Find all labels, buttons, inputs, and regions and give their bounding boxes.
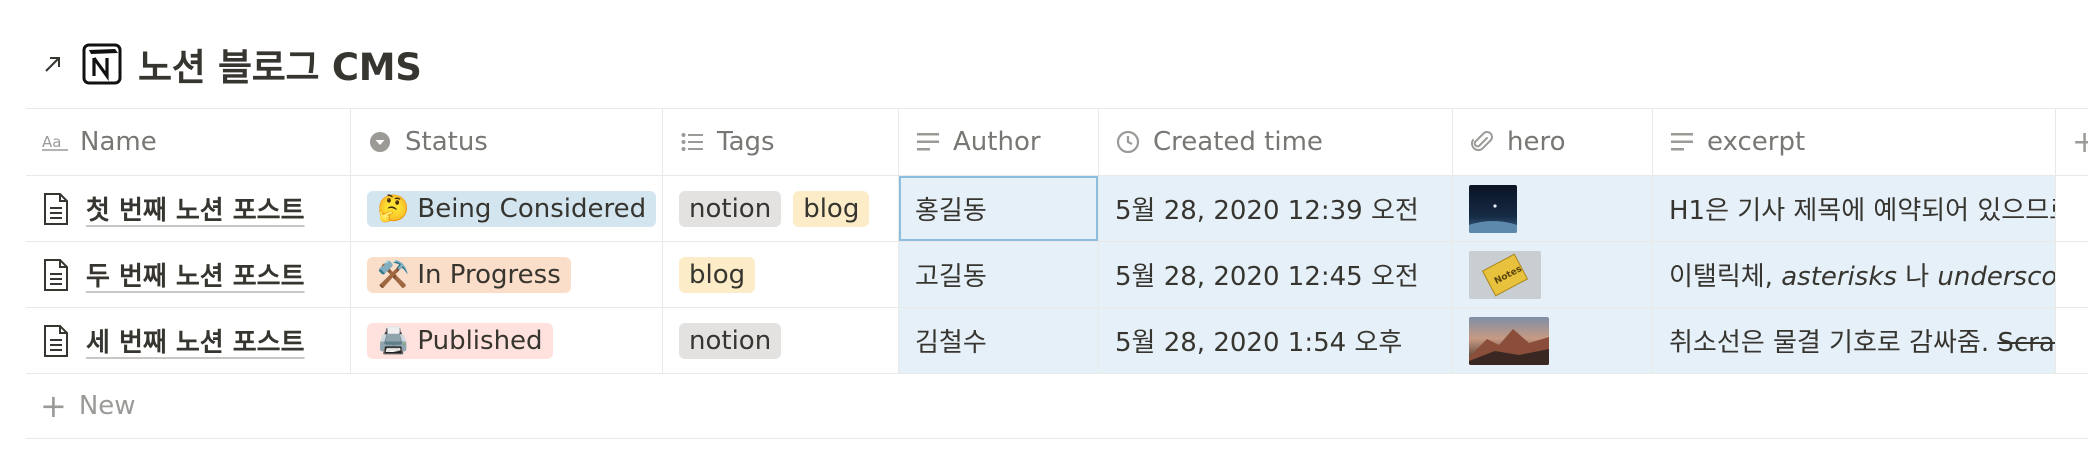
created-time-text: 5월 28, 2020 12:39 오전 (1115, 196, 1419, 226)
author-cell[interactable]: 김철수 (899, 308, 1099, 373)
name-cell[interactable]: 세 번째 노션 포스트 (26, 308, 351, 373)
column-label: hero (1507, 127, 1566, 157)
excerpt-cell[interactable]: 이탤릭체, asterisks 나 underscores (1653, 242, 2056, 307)
column-header-hero[interactable]: hero (1453, 109, 1653, 175)
database-table: Aa Name Status Tags Author Created time … (26, 108, 2088, 439)
row-trailing-cell (2056, 242, 2088, 307)
status-badge[interactable]: ⚒️ In Progress (367, 256, 571, 293)
author-text: 김철수 (915, 328, 987, 358)
text-lines-icon (1669, 129, 1695, 155)
status-badge[interactable]: 🤔 Being Considered (367, 190, 657, 227)
column-header-excerpt[interactable]: excerpt (1653, 109, 2056, 175)
column-header-created-time[interactable]: Created time (1099, 109, 1453, 175)
excerpt-part: 취소선은 물결 기호로 감싸줌. (1669, 328, 1998, 358)
created-time-cell[interactable]: 5월 28, 2020 12:39 오전 (1099, 176, 1453, 241)
name-cell[interactable]: 첫 번째 노션 포스트 (26, 176, 351, 241)
page-title-link[interactable]: 두 번째 노션 포스트 (86, 256, 305, 293)
column-header-name[interactable]: Aa Name (26, 109, 351, 175)
status-cell[interactable]: 🖨️ Published (351, 308, 663, 373)
hammer-and-pick-emoji: ⚒️ (377, 259, 410, 290)
excerpt-part: H1은 기사 제목에 예약되어 있으므로 H2부터 사용하세요. (1669, 196, 2055, 226)
column-label: excerpt (1707, 127, 1806, 157)
database-title-row: 노션 블로그 CMS (38, 38, 422, 90)
excerpt-strikethrough-part: Scratch (1997, 328, 2055, 358)
add-column-button[interactable]: + (2056, 109, 2088, 175)
column-header-tags[interactable]: Tags (663, 109, 899, 175)
table-header-row: Aa Name Status Tags Author Created time … (26, 108, 2088, 176)
hero-cell[interactable] (1453, 176, 1653, 241)
tags-cell[interactable]: notion (663, 308, 899, 373)
page-icon (44, 258, 68, 291)
tag-badge[interactable]: blog (793, 190, 870, 227)
database-title[interactable]: 노션 블로그 CMS (138, 37, 422, 91)
tag-badge[interactable]: notion (679, 190, 782, 227)
table-row[interactable]: 두 번째 노션 포스트 ⚒️ In Progress blog 고길동 5월 28… (26, 242, 2088, 308)
text-lines-icon (915, 129, 941, 155)
row-trailing-cell (2056, 308, 2088, 373)
space-thumbnail[interactable] (1469, 184, 1517, 233)
status-label: Published (417, 325, 543, 356)
author-cell[interactable]: 고길동 (899, 242, 1099, 307)
created-time-text: 5월 28, 2020 12:45 오전 (1115, 262, 1419, 292)
table-row[interactable]: 세 번째 노션 포스트 🖨️ Published notion 김철수 5월 28… (26, 308, 2088, 374)
excerpt-text: 이탤릭체, asterisks 나 underscores (1669, 256, 2056, 293)
tag-badge[interactable]: notion (679, 322, 782, 359)
mountain-thumbnail[interactable] (1469, 316, 1549, 365)
table-row[interactable]: 첫 번째 노션 포스트 🤔 Being Considered notion blo… (26, 176, 2088, 242)
column-label: Status (405, 127, 488, 157)
excerpt-text: H1은 기사 제목에 예약되어 있으므로 H2부터 사용하세요. (1669, 190, 2055, 227)
page-icon (44, 324, 68, 357)
hero-cell[interactable] (1453, 308, 1653, 373)
multi-select-list-icon (679, 129, 705, 155)
author-text: 고길동 (915, 262, 987, 292)
tags-cell[interactable]: blog (663, 242, 899, 307)
excerpt-text: 취소선은 물결 기호로 감싸줌. Scratch (1669, 322, 2055, 359)
notion-logo-icon (80, 42, 124, 86)
status-cell[interactable]: 🤔 Being Considered (351, 176, 663, 241)
created-time-text: 5월 28, 2020 1:54 오후 (1115, 328, 1403, 358)
created-time-cell[interactable]: 5월 28, 2020 12:45 오전 (1099, 242, 1453, 307)
author-text: 홍길동 (915, 196, 987, 226)
status-label: In Progress (417, 259, 561, 290)
column-label: Name (80, 127, 157, 157)
author-cell[interactable]: 홍길동 (899, 176, 1099, 241)
tags-cell[interactable]: notion blog (663, 176, 899, 241)
column-label: Author (953, 127, 1041, 157)
tag-badge[interactable]: blog (679, 256, 756, 293)
column-header-author[interactable]: Author (899, 109, 1099, 175)
created-time-cell[interactable]: 5월 28, 2020 1:54 오후 (1099, 308, 1453, 373)
open-link-arrow-icon[interactable] (38, 49, 68, 79)
column-label: Tags (717, 127, 775, 157)
text-type-icon: Aa (42, 129, 68, 155)
thinking-face-emoji: 🤔 (377, 193, 410, 224)
plus-icon: + (40, 387, 67, 425)
excerpt-part: 나 (1896, 262, 1938, 292)
status-badge[interactable]: 🖨️ Published (367, 322, 553, 359)
name-cell[interactable]: 두 번째 노션 포스트 (26, 242, 351, 307)
excerpt-cell[interactable]: H1은 기사 제목에 예약되어 있으므로 H2부터 사용하세요. (1653, 176, 2056, 241)
excerpt-italic-part: asterisks (1781, 262, 1897, 292)
new-row-label: New (78, 391, 136, 421)
column-label: Created time (1153, 127, 1323, 157)
printer-emoji: 🖨️ (377, 325, 410, 356)
column-header-status[interactable]: Status (351, 109, 663, 175)
add-column-plus-icon: + (2072, 124, 2088, 160)
excerpt-italic-part: underscores (1937, 262, 2056, 292)
new-row-button[interactable]: + New (26, 374, 2088, 439)
clock-icon (1115, 129, 1141, 155)
page-title-link[interactable]: 세 번째 노션 포스트 (86, 322, 305, 359)
page-icon (44, 192, 68, 225)
svg-text:Aa: Aa (42, 133, 61, 151)
status-cell[interactable]: ⚒️ In Progress (351, 242, 663, 307)
paperclip-icon (1469, 129, 1495, 155)
hero-cell[interactable]: Notes (1453, 242, 1653, 307)
select-type-icon (367, 129, 393, 155)
excerpt-part: 이탤릭체, (1669, 262, 1782, 292)
sticky-note-thumbnail[interactable]: Notes (1469, 250, 1541, 299)
row-trailing-cell (2056, 176, 2088, 241)
status-label: Being Considered (417, 193, 647, 224)
excerpt-cell[interactable]: 취소선은 물결 기호로 감싸줌. Scratch (1653, 308, 2056, 373)
page-title-link[interactable]: 첫 번째 노션 포스트 (86, 190, 305, 227)
